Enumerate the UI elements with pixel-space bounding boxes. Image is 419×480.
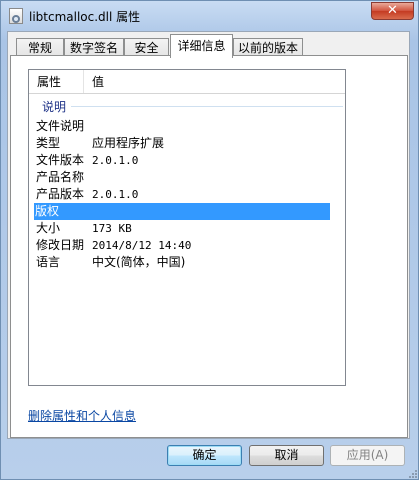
- column-divider[interactable]: [83, 70, 84, 93]
- close-button[interactable]: ✕: [371, 2, 414, 20]
- group-divider: [71, 106, 343, 107]
- tab-details[interactable]: 详细信息: [170, 34, 233, 58]
- property-value: 2.0.1.0: [92, 188, 139, 201]
- property-value: 应用程序扩展: [92, 136, 165, 150]
- remove-properties-link[interactable]: 删除属性和个人信息: [28, 407, 136, 424]
- property-name: 产品版本: [36, 187, 85, 201]
- property-name: 版权: [35, 204, 60, 218]
- list-item[interactable]: 文件说明: [35, 118, 331, 135]
- list-item[interactable]: 语言 中文(简体，中国): [35, 254, 331, 271]
- resize-grip-icon[interactable]: [407, 468, 417, 478]
- list-item[interactable]: 修改日期 2014/8/12 14:40: [35, 237, 331, 254]
- cancel-button[interactable]: 取消: [249, 445, 324, 466]
- column-header-value[interactable]: 值: [92, 70, 104, 93]
- property-name: 修改日期: [36, 238, 85, 252]
- column-header-property[interactable]: 属性: [37, 70, 61, 93]
- property-value: 中文(简体，中国): [92, 255, 186, 269]
- window-title: libtcmalloc.dll 属性: [29, 10, 141, 24]
- property-name: 大小: [36, 221, 61, 235]
- gear-icon: [12, 15, 20, 23]
- property-name: 文件版本: [36, 153, 85, 167]
- dll-file-icon: [9, 8, 23, 24]
- list-item[interactable]: 类型 应用程序扩展: [35, 135, 331, 152]
- details-list[interactable]: 属性 值 说明 文件说明 类型 应用程序扩展 文件版本 2.0.1.0 产品名称…: [28, 69, 346, 386]
- group-label-description: 说明: [42, 100, 67, 114]
- list-item[interactable]: 产品版本 2.0.1.0: [35, 186, 331, 203]
- list-item-selected[interactable]: 版权: [34, 203, 330, 220]
- list-item[interactable]: 大小 173 KB: [35, 220, 331, 237]
- property-value: 2.0.1.0: [92, 154, 139, 167]
- property-name: 语言: [36, 255, 61, 269]
- apply-button[interactable]: 应用(A): [330, 445, 405, 466]
- property-name: 类型: [36, 136, 61, 150]
- list-item[interactable]: 产品名称: [35, 169, 331, 186]
- title-bar[interactable]: libtcmalloc.dll 属性 ✕: [1, 1, 418, 31]
- property-value: 173 KB: [92, 222, 132, 235]
- property-value: 2014/8/12 14:40: [92, 239, 192, 252]
- ok-button[interactable]: 确定: [167, 445, 242, 466]
- property-name: 产品名称: [36, 170, 85, 184]
- list-item[interactable]: 文件版本 2.0.1.0: [35, 152, 331, 169]
- list-header: 属性 值: [29, 70, 345, 94]
- property-name: 文件说明: [36, 119, 85, 133]
- close-icon: ✕: [387, 3, 398, 18]
